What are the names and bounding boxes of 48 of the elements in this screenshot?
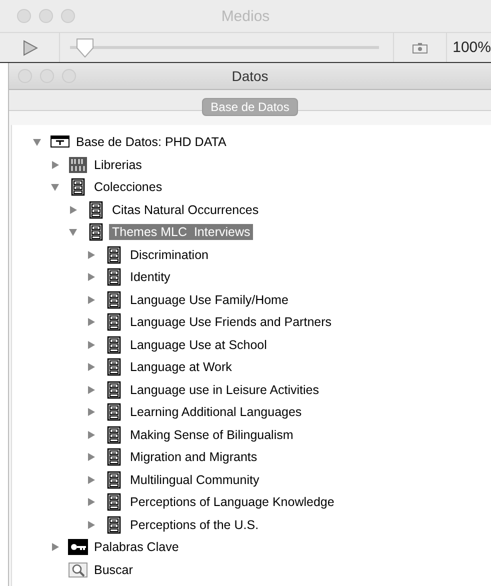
expand-triangle-icon[interactable] [68, 204, 78, 215]
tree-item[interactable]: Language use in Leisure Activities [127, 382, 322, 398]
magnifier-icon [68, 560, 88, 579]
expand-triangle-icon[interactable] [86, 294, 96, 305]
tree-item[interactable]: Librerias [91, 156, 145, 173]
tree-item[interactable]: Language at Work [127, 359, 235, 376]
expand-triangle-icon[interactable] [86, 452, 96, 462]
expand-triangle-icon[interactable] [86, 474, 96, 485]
slider-thumb[interactable] [76, 38, 94, 58]
tree-item[interactable]: Migration and Migrants [127, 449, 260, 466]
zoom-percentage: 100% [452, 39, 491, 56]
expand-triangle-icon[interactable] [86, 250, 96, 260]
tree-item[interactable]: Multilingual Community [127, 472, 262, 488]
key-icon [68, 538, 88, 556]
tree-item[interactable]: Learning Additional Languages [127, 404, 305, 420]
tree-item[interactable]: Perceptions of the U.S. [127, 516, 262, 533]
tree-item[interactable]: Colecciones [91, 179, 166, 196]
window-title: Datos [232, 68, 268, 84]
expand-triangle-icon[interactable] [86, 520, 96, 530]
camera-icon [412, 42, 428, 54]
tree-item[interactable]: Language Use Family/Home [127, 292, 292, 308]
tree-item[interactable]: Identity [127, 269, 174, 286]
expand-triangle-icon[interactable] [86, 272, 96, 282]
tree-item[interactable]: Language Use Friends and Partners [127, 314, 335, 330]
expand-triangle-icon[interactable] [50, 542, 60, 552]
snapshot-button[interactable] [393, 33, 447, 62]
expand-triangle-icon[interactable] [86, 497, 96, 508]
expand-triangle-icon[interactable] [86, 407, 96, 418]
library-icon [68, 156, 88, 174]
expand-triangle-icon[interactable] [50, 160, 60, 170]
tree-item[interactable]: Discrimination [127, 246, 212, 263]
collapse-triangle-icon[interactable] [50, 182, 60, 192]
tree-item[interactable]: Buscar [91, 562, 136, 578]
collapse-triangle-icon[interactable] [68, 227, 78, 238]
expand-triangle-icon[interactable] [86, 340, 96, 350]
tree-item[interactable]: Language Use at School [127, 336, 270, 353]
tree-item[interactable]: Citas Natural Occurrences [109, 202, 262, 218]
expand-triangle-icon[interactable] [86, 362, 96, 372]
expand-triangle-icon[interactable] [86, 430, 96, 440]
collapse-triangle-icon[interactable] [32, 137, 42, 148]
tree-item[interactable]: Themes MLC Interviews [109, 224, 254, 240]
tree-item[interactable]: Palabras Clave [91, 539, 182, 556]
play-icon [22, 40, 38, 56]
tree-item[interactable]: Making Sense of Bilingualism [127, 426, 296, 443]
expand-triangle-icon[interactable] [86, 317, 96, 328]
expand-triangle-icon[interactable] [86, 384, 96, 395]
tree-item[interactable]: Base de Datos: PHD DATA [73, 134, 230, 150]
tree-item[interactable]: Perceptions of Language Knowledge [127, 494, 338, 510]
